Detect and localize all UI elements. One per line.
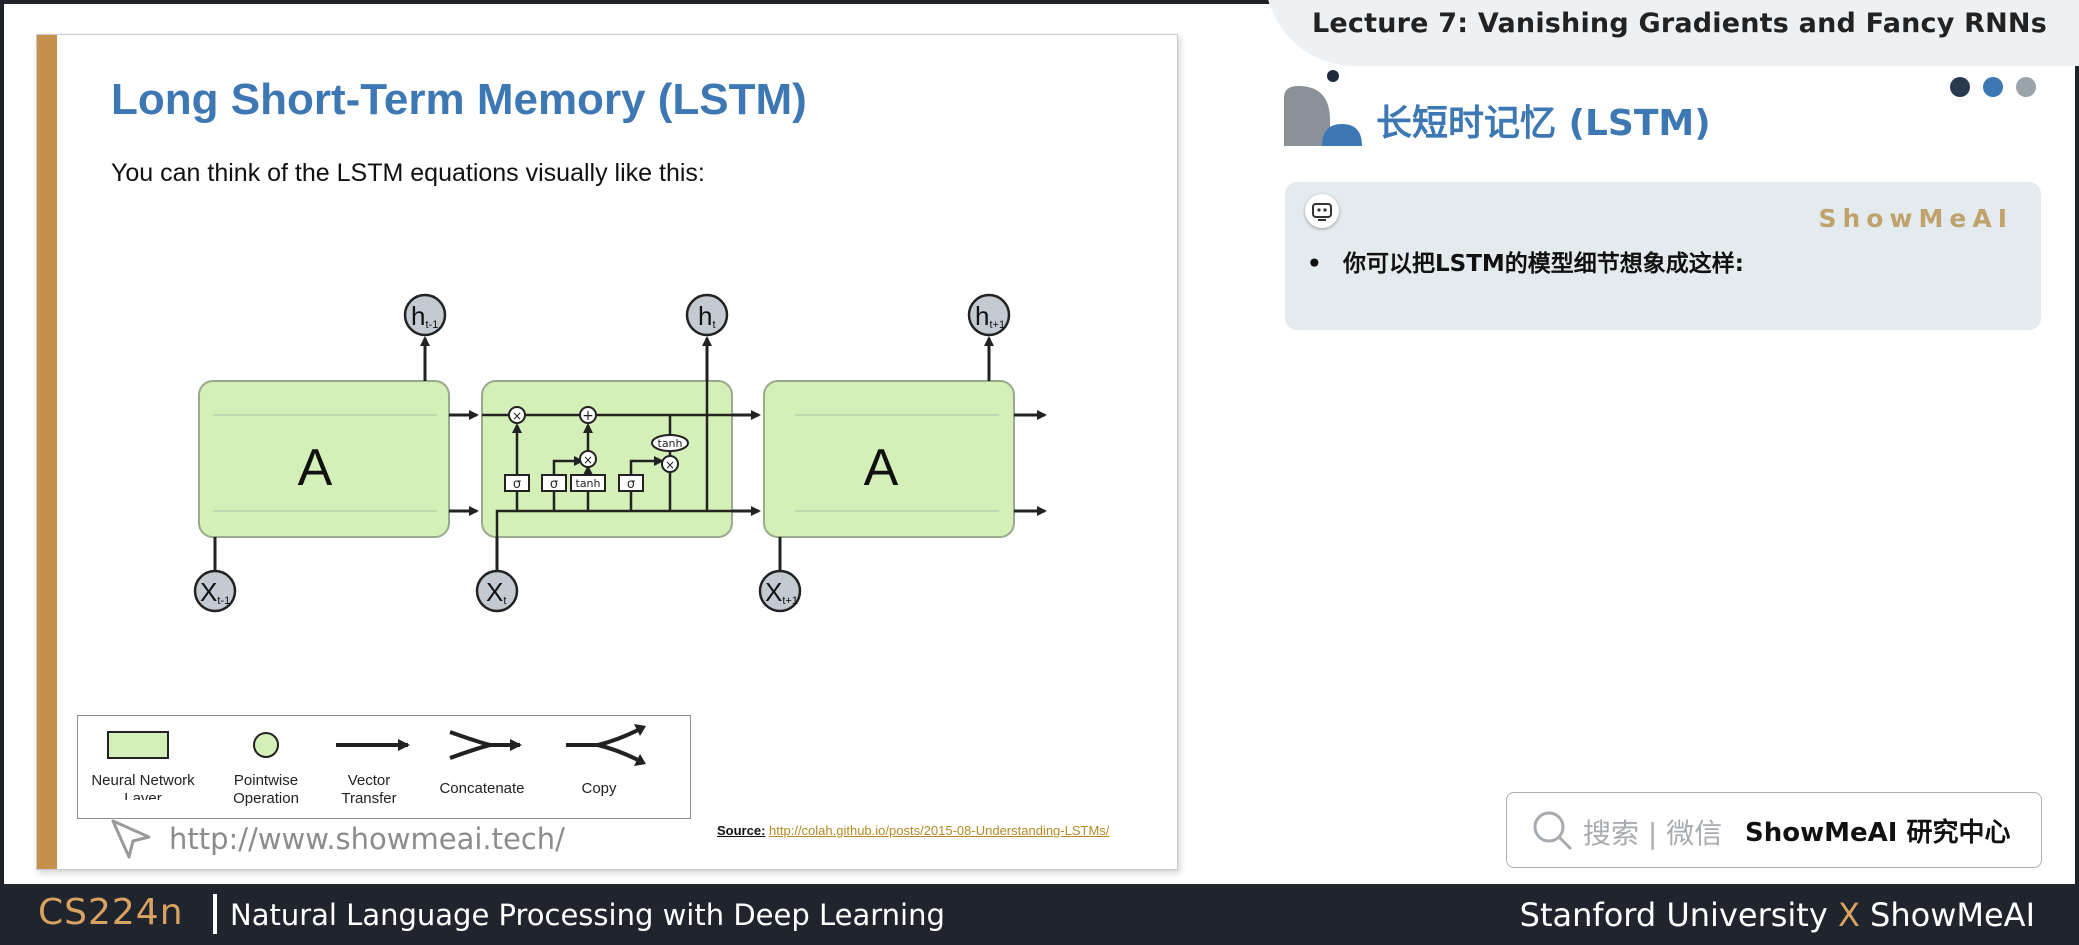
legend-label-pointwise-line2: Operation xyxy=(233,790,299,807)
search-icon xyxy=(1533,811,1573,851)
note-card: ShowMeAI • 你可以把LSTM的模型细节想象成这样: xyxy=(1285,182,2041,330)
legend-label-pointwise-line1: Pointwise xyxy=(233,772,299,789)
legend-label-copy: Copy xyxy=(581,780,617,797)
course-footer: CS224n Natural Language Processing with … xyxy=(0,884,2079,945)
legend-symbols xyxy=(107,724,646,766)
lstm-diagram: A A × + × × tanh σ σ tanh σ ht-1 ht ht+1… xyxy=(193,293,1047,613)
showmeai-url[interactable]: http://www.showmeai.tech/ xyxy=(169,822,565,856)
lecture-title: Lecture 7: Vanishing Gradients and Fancy… xyxy=(1312,8,2047,39)
affiliation-x: X xyxy=(1837,896,1860,934)
legend-label-layer-line2: Layer xyxy=(124,790,162,800)
bullet-marker: • xyxy=(1307,251,1322,277)
affiliation-showmeai: ShowMeAI xyxy=(1870,896,2035,934)
cell-label-next: A xyxy=(864,439,899,497)
lstm-cell-current xyxy=(481,380,733,538)
legend-pointwise-swatch xyxy=(253,732,279,758)
affiliation: Stanford University X ShowMeAI xyxy=(1520,896,2035,934)
affiliation-stanford: Stanford University xyxy=(1519,896,1828,934)
nav-dot-1 xyxy=(1950,77,1970,97)
footer-divider xyxy=(213,894,217,934)
course-code: CS224n xyxy=(38,892,184,933)
multiply-op-output-label: × xyxy=(665,458,675,472)
multiply-op-forget-label: × xyxy=(512,409,522,423)
tanh-op-label: tanh xyxy=(658,437,683,450)
gate-input-label: σ xyxy=(550,477,558,492)
legend-label-vector-line1: Vector xyxy=(347,772,391,789)
source-citation: Source: http://colah.github.io/posts/201… xyxy=(717,823,1109,838)
note-text: 你可以把LSTM的模型细节想象成这样: xyxy=(1343,251,1744,277)
gate-output-label: σ xyxy=(627,477,635,492)
nav-dot-3 xyxy=(2016,77,2036,97)
multiply-op-input-label: × xyxy=(583,453,593,467)
search-hint: 搜索 | 微信 xyxy=(1583,817,1723,850)
legend-copy-symbol xyxy=(566,728,639,762)
source-link[interactable]: http://colah.github.io/posts/2015-08-Und… xyxy=(769,823,1109,838)
cn-section-title: 长短时记忆 (LSTM) xyxy=(1376,103,1711,144)
legend-label-vector: Vector Transfer xyxy=(324,772,414,808)
brand-watermark: ShowMeAI xyxy=(1818,204,2013,233)
legend-label-concat: Concatenate xyxy=(439,780,525,797)
legend-concat-symbol xyxy=(449,730,520,760)
legend-label-layer-line1: Neural Network xyxy=(91,772,195,789)
wechat-search-box[interactable]: 搜索 | 微信 ShowMeAI 研究中心 xyxy=(1506,792,2042,868)
window-frame-left xyxy=(0,0,4,945)
gate-layers: σ σ tanh σ xyxy=(504,474,644,492)
legend-layer-swatch xyxy=(107,731,169,759)
title-decoration-icon xyxy=(1284,70,1362,146)
diagram-legend: Neural Network Layer Pointwise Operation… xyxy=(77,715,691,819)
legend-label-vector-line2: Transfer xyxy=(341,790,397,807)
nav-dot-2 xyxy=(1983,77,2003,97)
source-label: Source: xyxy=(717,823,766,838)
course-name: Natural Language Processing with Deep Le… xyxy=(230,898,945,932)
lecture-slide: Long Short-Term Memory (LSTM) You can th… xyxy=(36,34,1178,870)
gate-candidate-label: tanh xyxy=(576,477,601,490)
legend-label-pointwise: Pointwise Operation xyxy=(216,772,316,808)
robot-icon xyxy=(1305,194,1339,228)
window-frame-right xyxy=(2075,0,2079,945)
cell-label-prev: A xyxy=(298,439,333,497)
search-brand: ShowMeAI 研究中心 xyxy=(1745,818,2011,848)
note-bullet-item: • 你可以把LSTM的模型细节想象成这样: xyxy=(1307,244,1744,278)
legend-label-layer: Neural Network Layer xyxy=(78,772,208,808)
cursor-pointer-icon xyxy=(111,819,151,859)
add-op-label: + xyxy=(582,408,594,424)
gate-forget-label: σ xyxy=(513,477,521,492)
